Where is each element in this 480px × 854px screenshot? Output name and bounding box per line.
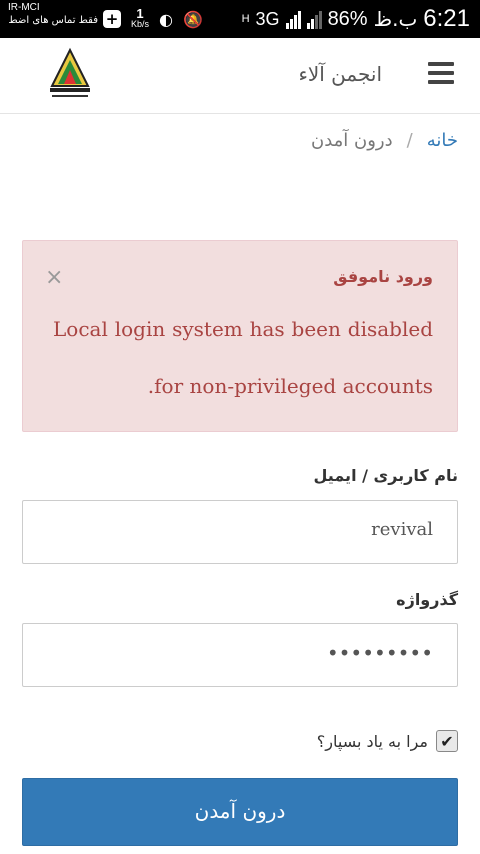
mute-icon: 🔕 <box>182 9 203 29</box>
time-period: ب.ظ <box>373 7 418 31</box>
breadcrumb-separator: / <box>406 130 413 151</box>
notification-text: فقط تماس های اضط... <box>8 15 98 26</box>
alert-title: ورود ناموفق <box>333 267 433 286</box>
remember-me-label: مرا به یاد بسپار؟ <box>316 731 428 751</box>
add-notification-icon: + <box>103 10 121 28</box>
breadcrumb: خانه / درون آمدن <box>311 130 458 151</box>
password-value: ••••••••• <box>326 641 433 665</box>
username-label: نام کاربری / ایمیل <box>313 466 458 485</box>
login-submit-button[interactable]: درون آمدن <box>22 778 458 846</box>
password-label: گذرواژه <box>396 590 458 609</box>
status-icons-left: + 1 Kb/s ◐ 🔕 <box>103 6 203 30</box>
breadcrumb-current: درون آمدن <box>310 130 393 151</box>
carrier-label: IR-MCI <box>8 2 40 13</box>
close-icon[interactable]: × <box>45 265 63 290</box>
status-bar: IR-MCI فقط تماس های اضط... + 1 Kb/s ◐ 🔕 H… <box>0 0 480 38</box>
alert-message: Local login system has been disabled for… <box>53 317 433 398</box>
login-error-alert: × ورود ناموفق Local login system has bee… <box>22 240 458 432</box>
battery-percentage: 86% <box>327 7 368 30</box>
password-field[interactable]: ••••••••• <box>22 623 458 687</box>
status-icons-right: H 3G 86% ب.ظ 6:21 <box>242 4 470 34</box>
username-field[interactable]: revival <box>22 500 458 564</box>
sync-icon: ◐ <box>159 9 173 29</box>
network-speed: 1 Kb/s <box>131 6 150 29</box>
remember-me: ✔ مرا به یاد بسپار؟ <box>317 730 458 752</box>
signal-strength-icon-2 <box>306 9 322 29</box>
remember-me-checkbox[interactable]: ✔ <box>436 730 458 752</box>
site-logo[interactable] <box>44 46 96 102</box>
network-type: 3G <box>255 8 280 29</box>
breadcrumb-home-link[interactable]: خانه <box>427 130 458 151</box>
clock-time: 6:21 <box>423 5 470 32</box>
signal-strength-icon <box>285 9 301 29</box>
network-h-indicator: H <box>241 13 250 25</box>
username-value: revival <box>371 519 433 540</box>
site-title[interactable]: انجمن آلاء <box>298 62 382 86</box>
hamburger-menu-icon[interactable] <box>428 62 454 84</box>
site-header: انجمن آلاء <box>0 38 480 114</box>
